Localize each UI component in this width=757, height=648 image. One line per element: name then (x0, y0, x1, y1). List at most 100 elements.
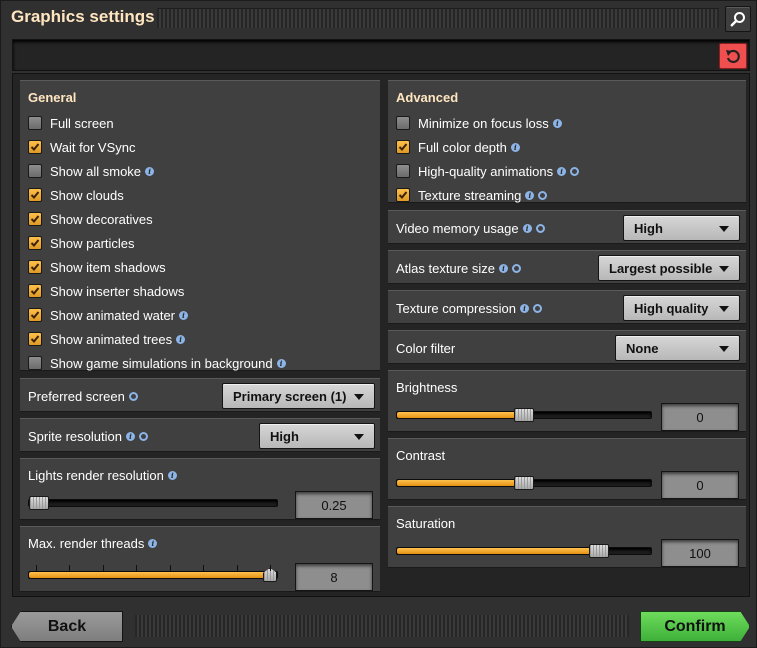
checkbox-label: Full screen (50, 115, 114, 131)
contrast-slider[interactable] (396, 476, 652, 490)
max-render-threads-value[interactable]: 8 (295, 563, 373, 591)
reset-to-defaults-button[interactable] (719, 43, 747, 69)
check-icon (30, 335, 40, 343)
checkbox-high-quality-animations[interactable] (396, 164, 410, 178)
checkbox-row-show-animated-water[interactable]: Show animated water i (28, 305, 189, 325)
max-render-threads-slider[interactable] (28, 565, 278, 582)
title-bar-drag-handle[interactable] (157, 8, 719, 28)
back-button[interactable]: Back (11, 611, 123, 642)
check-icon (30, 143, 40, 151)
restart-required-icon (532, 304, 542, 313)
advanced-section: Advanced Minimize on focus loss i Full col… (388, 80, 746, 203)
sprite-resolution-label: Sprite resolution i (28, 429, 148, 444)
checkbox-show-game-simulations-in-background[interactable] (28, 356, 42, 370)
chevron-down-icon (719, 266, 729, 272)
checkbox-label: Texture streaming (418, 187, 522, 203)
checkbox-label: Show animated trees (50, 331, 173, 347)
checkbox-row-minimize-on-focus-loss[interactable]: Minimize on focus loss i (396, 113, 562, 133)
info-icon: i (525, 190, 535, 200)
sprite-resolution-dropdown[interactable]: High (259, 423, 375, 449)
checkbox-row-show-all-smoke[interactable]: Show all smoke i (28, 161, 155, 181)
info-icon: i (179, 310, 189, 320)
info-icon: i (145, 166, 155, 176)
atlas-texture-size-label: Atlas texture size i (396, 261, 521, 276)
checkbox-label: Show particles (50, 235, 135, 251)
checkbox-minimize-on-focus-loss[interactable] (396, 116, 410, 130)
general-section-title: General (28, 90, 77, 105)
saturation-value[interactable]: 100 (661, 539, 739, 567)
checkbox-row-show-decoratives[interactable]: Show decoratives (28, 209, 153, 229)
info-icon: i (552, 118, 562, 128)
checkbox-label: Full color depth (418, 139, 507, 155)
check-icon (30, 287, 40, 295)
check-icon (398, 143, 408, 151)
checkbox-show-all-smoke[interactable] (28, 164, 42, 178)
slider-thumb[interactable] (514, 408, 534, 422)
texture-compression-row: Texture compression i High quality (388, 290, 746, 324)
lights-render-resolution-row: Lights render resolution i 0.25 (20, 458, 380, 520)
chevron-down-icon (719, 306, 729, 312)
checkbox-label: Show clouds (50, 187, 124, 203)
slider-tick (102, 565, 104, 571)
checkbox-wait-for-vsync[interactable] (28, 140, 42, 154)
chevron-down-icon (719, 346, 729, 352)
contrast-value[interactable]: 0 (661, 471, 739, 499)
checkbox-full-color-depth[interactable] (396, 140, 410, 154)
search-button[interactable] (725, 6, 751, 32)
slider-thumb[interactable] (588, 544, 609, 558)
info-icon: i (176, 334, 186, 344)
saturation-slider[interactable] (396, 544, 652, 558)
checkbox-row-full-color-depth[interactable]: Full color depth i (396, 137, 520, 157)
lights-render-resolution-value[interactable]: 0.25 (295, 491, 373, 519)
checkbox-show-item-shadows[interactable] (28, 260, 42, 274)
info-icon: i (557, 166, 567, 176)
info-icon: i (519, 304, 529, 313)
checkbox-row-high-quality-animations[interactable]: High-quality animations i (396, 161, 580, 181)
checkbox-row-show-particles[interactable]: Show particles (28, 233, 135, 253)
checkbox-row-show-item-shadows[interactable]: Show item shadows (28, 257, 166, 277)
checkbox-row-wait-for-vsync[interactable]: Wait for VSync (28, 137, 135, 157)
checkbox-show-decoratives[interactable] (28, 212, 42, 226)
chevron-down-icon (354, 394, 364, 400)
checkbox-row-show-inserter-shadows[interactable]: Show inserter shadows (28, 281, 184, 301)
slider-tick (136, 565, 138, 571)
restart-required-icon (535, 224, 545, 233)
video-memory-usage-row: Video memory usage i High (388, 210, 746, 244)
lights-render-resolution-slider[interactable] (28, 496, 278, 510)
confirm-button[interactable]: Confirm (640, 611, 750, 642)
texture-compression-dropdown[interactable]: High quality (623, 295, 740, 321)
restart-required-icon (512, 264, 521, 273)
check-icon (30, 263, 40, 271)
restart-required-icon (138, 432, 148, 441)
restart-required-icon (538, 190, 548, 200)
brightness-value[interactable]: 0 (661, 403, 739, 431)
atlas-texture-size-dropdown[interactable]: Largest possible (598, 255, 740, 281)
search-icon (730, 12, 745, 27)
graphics-settings-window: Graphics settings General Full screen Wai… (0, 0, 757, 648)
checkbox-row-show-clouds[interactable]: Show clouds (28, 185, 124, 205)
brightness-slider[interactable] (396, 408, 652, 422)
slider-thumb[interactable] (29, 496, 49, 510)
lights-render-resolution-label: Lights render resolution i (28, 468, 177, 483)
checkbox-label: Show game simulations in background (50, 355, 273, 371)
video-memory-usage-dropdown[interactable]: High (623, 215, 740, 241)
checkbox-show-particles[interactable] (28, 236, 42, 250)
preferred-screen-dropdown[interactable]: Primary screen (1) (222, 383, 375, 409)
checkbox-show-animated-trees[interactable] (28, 332, 42, 346)
max-render-threads-row: Max. render threads i 8 (20, 526, 380, 592)
checkbox-texture-streaming[interactable] (396, 188, 410, 202)
checkbox-show-clouds[interactable] (28, 188, 42, 202)
max-render-threads-label: Max. render threads i (28, 536, 158, 551)
preferred-screen-row: Preferred screen Primary screen (1) (20, 378, 380, 412)
slider-thumb[interactable] (514, 476, 534, 490)
checkbox-row-texture-streaming[interactable]: Texture streaming i (396, 185, 548, 205)
checkbox-show-inserter-shadows[interactable] (28, 284, 42, 298)
advanced-section-title: Advanced (396, 90, 459, 105)
checkbox-show-animated-water[interactable] (28, 308, 42, 322)
checkbox-row-show-game-simulations-in-background[interactable]: Show game simulations in background i (28, 353, 286, 373)
chevron-down-icon (719, 226, 729, 232)
color-filter-dropdown[interactable]: None (615, 335, 740, 361)
checkbox-row-full-screen[interactable]: Full screen (28, 113, 114, 133)
checkbox-full-screen[interactable] (28, 116, 42, 130)
checkbox-row-show-animated-trees[interactable]: Show animated trees i (28, 329, 186, 349)
